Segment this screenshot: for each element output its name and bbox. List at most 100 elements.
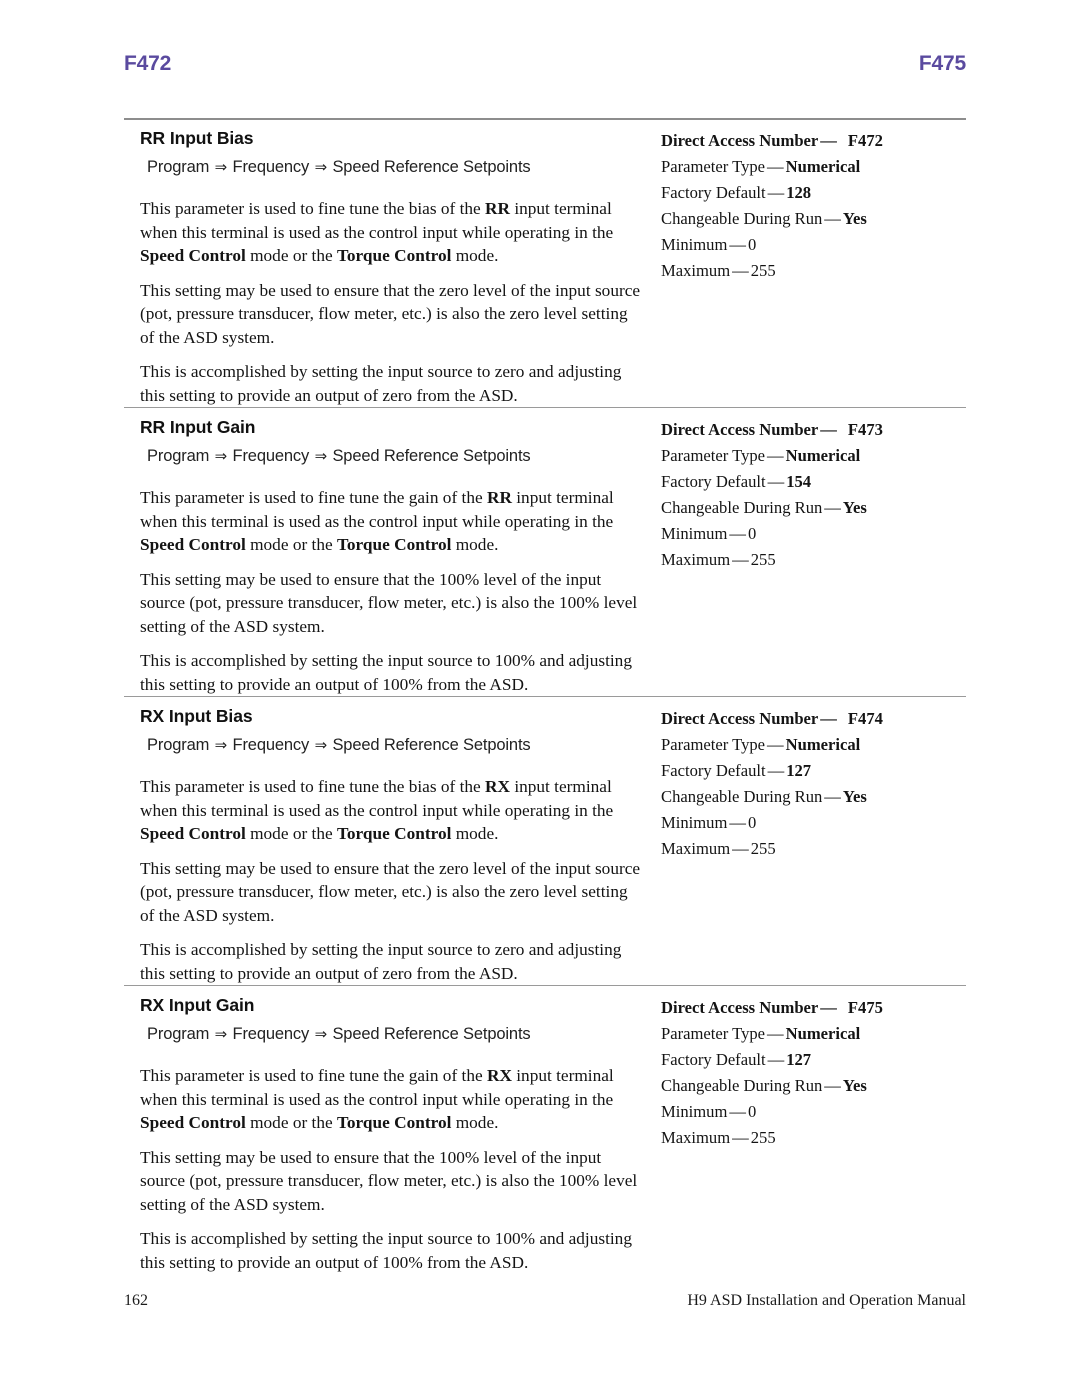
running-head-right: F475 <box>918 52 966 75</box>
maximum-value: Maximum —255 <box>661 547 954 573</box>
direct-access-number: Direct Access Number — F474 <box>661 706 954 732</box>
direct-access-number-label: Direct Access Number <box>661 131 819 150</box>
parameter-type-label: Parameter Type <box>661 446 766 465</box>
minimum-value: Minimum —0 <box>661 232 954 258</box>
em-dash: — <box>820 998 837 1017</box>
direct-access-number-label: Direct Access Number <box>661 709 819 728</box>
changeable-during-run: Changeable During Run — Yes <box>661 784 954 810</box>
em-dash: — <box>824 1076 841 1095</box>
parameter-type: Parameter Type — Numerical <box>661 1021 954 1047</box>
parameter-sections: RR Input Bias Program ⇒ Frequency ⇒ Speed… <box>124 118 966 1274</box>
minimum-value-label: Minimum <box>661 524 728 543</box>
em-dash: — <box>732 1128 749 1147</box>
minimum-value-value: 0 <box>747 235 757 254</box>
menu-navigation-path: Program ⇒ Frequency ⇒ Speed Reference Se… <box>147 734 645 756</box>
section-divider <box>124 696 966 697</box>
minimum-value: Minimum —0 <box>661 810 954 836</box>
em-dash: — <box>767 1024 784 1043</box>
double-arrow-icon: ⇒ <box>214 447 228 465</box>
changeable-during-run-label: Changeable During Run <box>661 1076 823 1095</box>
minimum-value-value: 0 <box>747 1102 757 1121</box>
maximum-value-label: Maximum <box>661 839 731 858</box>
minimum-value: Minimum —0 <box>661 521 954 547</box>
emphasis: Speed Control <box>140 824 246 843</box>
paragraph: This setting may be used to ensure that … <box>140 280 641 347</box>
nav-step-setpoints: Speed Reference Setpoints <box>332 1025 531 1043</box>
changeable-during-run-value: Yes <box>842 1076 867 1095</box>
nav-step-frequency: Frequency <box>232 1025 310 1043</box>
em-dash: — <box>729 1102 746 1121</box>
minimum-value: Minimum —0 <box>661 1099 954 1125</box>
em-dash: — <box>729 813 746 832</box>
nav-step-frequency: Frequency <box>232 447 310 465</box>
em-dash: — <box>767 446 784 465</box>
em-dash: — <box>824 209 841 228</box>
page-footer: 162 H9 ASD Installation and Operation Ma… <box>124 1292 966 1310</box>
nav-step-program: Program <box>147 447 210 465</box>
direct-access-number: Direct Access Number — F475 <box>661 995 954 1021</box>
em-dash: — <box>732 261 749 280</box>
maximum-value: Maximum —255 <box>661 258 954 284</box>
emphasis: Torque Control <box>336 535 452 554</box>
section-divider <box>124 118 966 120</box>
manual-title: H9 ASD Installation and Operation Manual <box>687 1292 966 1309</box>
nav-step-program: Program <box>147 158 210 176</box>
parameter-section: RR Input Gain Program ⇒ Frequency ⇒ Speed… <box>124 407 966 696</box>
factory-default-value: 128 <box>786 183 812 202</box>
section-divider <box>124 985 966 986</box>
em-dash: — <box>767 735 784 754</box>
em-dash: — <box>729 524 746 543</box>
minimum-value-label: Minimum <box>661 1102 728 1121</box>
nav-step-program: Program <box>147 1025 210 1043</box>
em-dash: — <box>767 761 785 780</box>
nav-step-frequency: Frequency <box>232 158 310 176</box>
changeable-during-run: Changeable During Run — Yes <box>661 206 954 232</box>
parameter-type-label: Parameter Type <box>661 1024 766 1043</box>
changeable-during-run: Changeable During Run — Yes <box>661 495 954 521</box>
emphasis: RR <box>485 199 511 218</box>
emphasis: Torque Control <box>336 246 452 265</box>
paragraph: This is accomplished by setting the inpu… <box>140 651 632 694</box>
factory-default-value: 154 <box>786 472 812 491</box>
em-dash: — <box>732 550 749 569</box>
parameter-type-value: Numerical <box>785 446 861 465</box>
em-dash: — <box>732 839 749 858</box>
paragraph: This parameter is used to fine tune the … <box>140 488 614 554</box>
maximum-value: Maximum —255 <box>661 1125 954 1151</box>
direct-access-number-value: F475 <box>847 998 883 1017</box>
double-arrow-icon: ⇒ <box>314 158 328 176</box>
running-head: F472 F475 <box>124 52 966 76</box>
direct-access-number: Direct Access Number — F473 <box>661 417 954 443</box>
em-dash: — <box>767 472 785 491</box>
em-dash: — <box>729 235 746 254</box>
emphasis: RX <box>485 777 511 796</box>
maximum-value-label: Maximum <box>661 1128 731 1147</box>
running-head-left: F472 <box>124 52 172 75</box>
factory-default: Factory Default —154 <box>661 469 954 495</box>
parameter-title: RR Input Gain <box>140 417 256 437</box>
double-arrow-icon: ⇒ <box>314 1025 328 1043</box>
parameter-description: RX Input Gain Program ⇒ Frequency ⇒ Speed… <box>124 994 657 1274</box>
parameter-section: RX Input Bias Program ⇒ Frequency ⇒ Speed… <box>124 696 966 985</box>
maximum-value-value: 255 <box>750 839 776 858</box>
nav-step-setpoints: Speed Reference Setpoints <box>332 736 531 754</box>
nav-step-frequency: Frequency <box>232 736 310 754</box>
parameter-type-value: Numerical <box>785 1024 861 1043</box>
menu-navigation-path: Program ⇒ Frequency ⇒ Speed Reference Se… <box>147 1023 645 1045</box>
direct-access-number: Direct Access Number — F472 <box>661 128 954 154</box>
factory-default: Factory Default —127 <box>661 758 954 784</box>
em-dash: — <box>820 420 837 439</box>
parameter-type-label: Parameter Type <box>661 157 766 176</box>
direct-access-number-label: Direct Access Number <box>661 420 819 439</box>
paragraph: This parameter is used to fine tune the … <box>140 1066 614 1132</box>
minimum-value-label: Minimum <box>661 813 728 832</box>
em-dash: — <box>824 498 841 517</box>
minimum-value-value: 0 <box>747 524 757 543</box>
parameter-attributes: Direct Access Number — F473 Parameter Type —… <box>657 416 954 573</box>
maximum-value-value: 255 <box>750 1128 776 1147</box>
nav-step-setpoints: Speed Reference Setpoints <box>332 158 531 176</box>
changeable-during-run-value: Yes <box>842 498 867 517</box>
parameter-attributes: Direct Access Number — F474 Parameter Type —… <box>657 705 954 862</box>
emphasis: Torque Control <box>336 824 452 843</box>
double-arrow-icon: ⇒ <box>314 447 328 465</box>
